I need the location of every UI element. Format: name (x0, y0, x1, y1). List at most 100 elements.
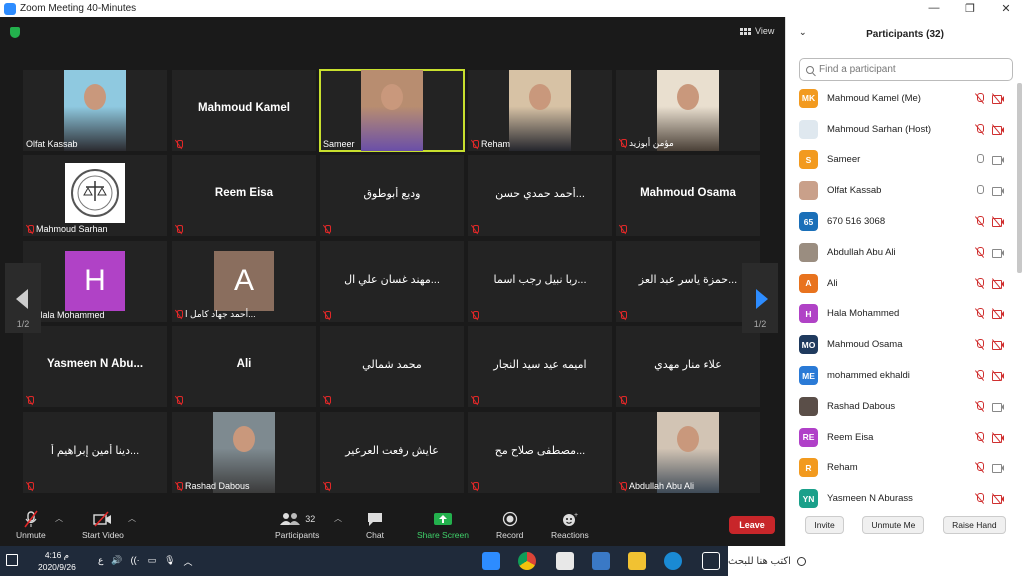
camera-off-icon[interactable] (991, 93, 1004, 104)
video-tile[interactable]: أحمد حمدي حسن... (468, 155, 612, 236)
camera-off-icon[interactable] (991, 277, 1004, 289)
start-video-button[interactable]: Start Video (82, 509, 124, 540)
search-input[interactable] (819, 64, 999, 75)
record-button[interactable]: Record (496, 509, 523, 540)
participant-row[interactable]: MK Mahmoud Kamel (Me) (786, 83, 1016, 114)
audio-options-caret-icon[interactable]: ︿ (55, 513, 63, 524)
camera-off-icon[interactable] (991, 339, 1004, 351)
leave-button[interactable]: Leave (729, 516, 775, 534)
camera-off-icon[interactable] (991, 370, 1004, 382)
camera-icon[interactable] (992, 186, 1004, 197)
next-page-button[interactable]: 1/2 (742, 263, 778, 333)
participant-row[interactable]: RE Reem Eisa (786, 422, 1016, 453)
battery-icon[interactable]: ▭ (148, 555, 157, 568)
mic-icon[interactable] (975, 185, 984, 196)
mic-muted-icon[interactable] (975, 92, 984, 104)
camera-icon[interactable] (992, 155, 1004, 166)
video-tile[interactable]: Abdullah Abu Ali (616, 412, 760, 493)
camera-icon[interactable] (992, 248, 1004, 258)
view-button[interactable]: View (740, 26, 774, 36)
video-tile[interactable]: مؤمن أبوزيد (616, 70, 760, 151)
camera-off-icon[interactable] (991, 216, 1004, 228)
participant-row[interactable]: Abdullah Abu Ali (786, 237, 1016, 268)
participant-row[interactable]: Olfat Kassab (786, 175, 1016, 206)
edge-icon[interactable] (664, 552, 682, 570)
participant-row[interactable]: H Hala Mohammed (786, 299, 1016, 330)
taskbar-search[interactable]: اكتب هنا للبحث (728, 546, 1024, 576)
show-hidden-icons-chevron-icon[interactable]: ︿ (184, 555, 193, 568)
video-tile[interactable]: Sameer (319, 69, 465, 152)
participant-search[interactable] (799, 58, 1013, 81)
raise-hand-button[interactable]: Raise Hand (943, 516, 1006, 534)
video-tile[interactable]: Reem Eisa (172, 155, 316, 236)
store-icon[interactable] (592, 552, 610, 570)
volume-icon[interactable]: 🔊 (111, 555, 122, 568)
participant-row[interactable]: Rashad Dabous (786, 391, 1016, 422)
chat-button[interactable]: Chat (366, 509, 384, 540)
participants-button[interactable]: 32 Participants (275, 509, 319, 540)
participant-row[interactable]: YN Yasmeen N Aburass (786, 483, 1016, 514)
video-tile[interactable]: Yasmeen N Abu... (23, 326, 167, 407)
video-tile[interactable]: Mahmoud Kamel (172, 70, 316, 151)
reactions-button[interactable]: + Reactions (551, 509, 589, 540)
mail-icon[interactable] (556, 552, 574, 570)
video-tile[interactable]: حمزة ياسر عبد العز... (616, 241, 760, 322)
video-tile[interactable]: دينا أمين إبراهيم أ... (23, 412, 167, 493)
encryption-shield-icon[interactable] (10, 27, 20, 38)
video-tile[interactable]: Mahmoud Osama (616, 155, 760, 236)
close-button[interactable]: ✕ (988, 2, 1024, 15)
input-language[interactable]: ع (98, 555, 103, 568)
mic-muted-icon[interactable] (975, 246, 984, 258)
participants-caret-icon[interactable]: ︿ (334, 513, 342, 524)
mic-muted-icon[interactable] (975, 400, 984, 412)
invite-button[interactable]: Invite (805, 516, 844, 534)
mic-muted-icon[interactable] (975, 216, 984, 227)
mic-muted-icon[interactable] (975, 123, 984, 135)
camera-icon[interactable] (992, 402, 1004, 412)
task-view-icon[interactable] (702, 552, 720, 570)
collapse-chevron-icon[interactable]: ⌄ (799, 27, 807, 38)
minimize-button[interactable]: — (916, 2, 952, 15)
taskbar-mic-icon[interactable]: 🎙 (164, 555, 175, 568)
camera-off-icon[interactable] (991, 493, 1004, 505)
mic-muted-icon[interactable] (975, 370, 984, 381)
participant-row[interactable]: ME mohammed ekhaldi (786, 360, 1016, 391)
video-tile[interactable]: اميمه عيد سيد النجار (468, 326, 612, 407)
notification-center-icon[interactable] (6, 554, 18, 566)
video-tile[interactable]: Mahmoud Sarhan (23, 155, 167, 236)
scrollbar[interactable] (1017, 83, 1022, 273)
mic-muted-icon[interactable] (975, 462, 984, 473)
video-tile[interactable]: A أحمد جهاد كامل ا... (172, 241, 316, 322)
file-explorer-icon[interactable] (628, 552, 646, 570)
unmute-me-button[interactable]: Unmute Me (862, 516, 925, 534)
video-tile[interactable]: علاء منار مهدي (616, 326, 760, 407)
share-screen-button[interactable]: Share Screen (417, 509, 469, 540)
video-options-caret-icon[interactable]: ︿ (128, 513, 136, 524)
participant-row[interactable]: A Ali (786, 268, 1016, 299)
video-tile[interactable]: محمد شمالي (320, 326, 464, 407)
zoom-app-taskbar-icon[interactable] (482, 552, 500, 570)
camera-icon[interactable] (992, 463, 1004, 474)
wifi-icon[interactable]: ((· (131, 555, 140, 568)
mic-muted-icon[interactable] (975, 431, 984, 443)
video-tile[interactable]: ربا نبيل رجب اسما... (468, 241, 612, 322)
camera-off-icon[interactable] (991, 431, 1004, 443)
video-tile[interactable]: Reham (468, 70, 612, 151)
chrome-icon[interactable] (518, 552, 536, 570)
unmute-button[interactable]: Unmute (16, 509, 46, 540)
participant-row[interactable]: S Sameer (786, 145, 1016, 176)
maximize-button[interactable]: ❐ (952, 2, 988, 15)
camera-off-icon[interactable] (991, 123, 1004, 135)
video-tile[interactable]: مصطفى صلاح مح... (468, 412, 612, 493)
mic-muted-icon[interactable] (975, 308, 984, 319)
mic-muted-icon[interactable] (975, 493, 984, 504)
video-tile[interactable]: Ali (172, 326, 316, 407)
participant-row[interactable]: R Reham (786, 453, 1016, 484)
participant-row[interactable]: 65 670 516 3068 (786, 206, 1016, 237)
video-tile[interactable]: Rashad Dabous (172, 412, 316, 493)
clock[interactable]: 4:16 م 2020/9/26 (38, 549, 76, 573)
participant-row[interactable]: Mahmoud Sarhan (Host) (786, 114, 1016, 145)
video-tile[interactable]: عايش رفعت العرعير (320, 412, 464, 493)
mic-icon[interactable] (975, 154, 984, 165)
mic-muted-icon[interactable] (975, 277, 984, 289)
